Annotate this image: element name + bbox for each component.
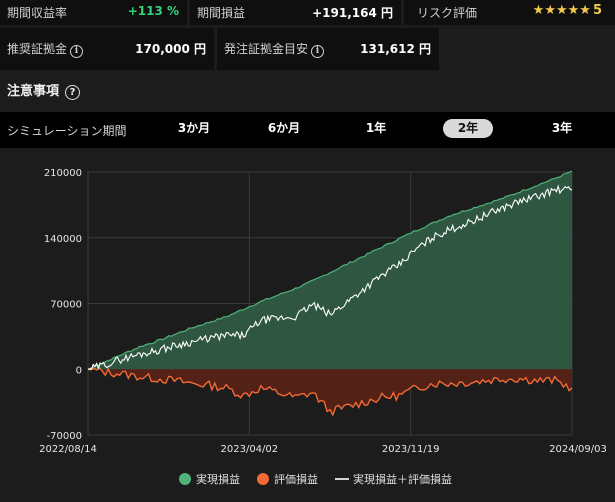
risk-score: 5 — [592, 3, 602, 18]
stat-period-pnl-label: 期間損益 — [197, 6, 246, 20]
info-icon[interactable]: i — [70, 45, 84, 58]
stat-order-margin: 発注証拠金目安 i 131,612 円 — [217, 28, 439, 70]
info-icon[interactable]: i — [311, 45, 325, 58]
period-option-3y[interactable]: 3年 — [544, 119, 580, 138]
y-tick-label: 0 — [76, 365, 82, 376]
x-tick-label: 2022/08/14 — [39, 444, 97, 455]
stat-period-pnl-value: +191,164 円 — [312, 6, 393, 20]
stat-recommended-margin: 推奨証拠金 i 170,000 円 — [0, 28, 214, 70]
period-label: シミュレーション期間 — [7, 124, 127, 138]
period-option-1y[interactable]: 1年 — [356, 119, 396, 138]
star-icons: ★★★★★ — [532, 3, 591, 18]
legend-realized-label: 実現損益 — [196, 472, 240, 486]
stat-recommended-margin-value: 170,000 円 — [135, 42, 206, 56]
period-option-6m[interactable]: 6か月 — [262, 119, 306, 138]
notes-heading: 注意事項? — [7, 80, 81, 100]
stat-recommended-margin-label-wrap: 推奨証拠金 i — [7, 40, 84, 58]
stat-recommended-margin-label: 推奨証拠金 — [7, 42, 68, 56]
legend-combined-label: 実現損益＋評価損益 — [353, 472, 452, 486]
notes-label: 注意事項 — [7, 84, 60, 99]
chart-area: 210000 140000 70000 0 -70000 2022/08/14 2023/… — [0, 148, 615, 498]
stat-order-margin-label: 発注証拠金目安 — [224, 42, 309, 56]
stat-return-rate-label: 期間収益率 — [7, 6, 68, 20]
stat-order-margin-label-wrap: 発注証拠金目安 i — [224, 40, 325, 58]
legend-unrealized-marker — [257, 473, 269, 485]
y-tick-label: -70000 — [47, 431, 82, 442]
stat-return-rate-value: +113 % — [127, 4, 179, 18]
period-option-3m[interactable]: 3か月 — [172, 119, 216, 138]
stat-risk: リスク評価 ★★★★★ 5 — [404, 0, 615, 25]
unrealized-area — [88, 367, 572, 415]
legend: 実現損益 評価損益 実現損益＋評価損益 — [179, 472, 452, 486]
x-tick-label: 2023/11/19 — [382, 444, 440, 455]
legend-realized-marker — [179, 473, 191, 485]
y-tick-label: 70000 — [50, 300, 82, 311]
y-axis-ticks: 210000 140000 70000 0 -70000 — [44, 168, 82, 442]
stat-risk-label: リスク評価 — [417, 6, 478, 20]
pnl-chart: 210000 140000 70000 0 -70000 2022/08/14 2023/… — [39, 168, 607, 486]
risk-rating: ★★★★★ 5 — [533, 3, 602, 18]
x-axis-ticks: 2022/08/14 2023/04/02 2023/11/19 2024/09/03 — [39, 444, 607, 455]
stat-order-margin-value: 131,612 円 — [360, 42, 431, 56]
y-tick-label: 140000 — [44, 234, 82, 245]
help-icon[interactable]: ? — [65, 85, 81, 100]
x-tick-label: 2023/04/02 — [221, 444, 279, 455]
period-option-2y[interactable]: 2年 — [443, 119, 493, 138]
legend-unrealized-label: 評価損益 — [274, 472, 318, 486]
x-tick-label: 2024/09/03 — [549, 444, 607, 455]
y-tick-label: 210000 — [44, 168, 82, 179]
stat-period-pnl: 期間損益 +191,164 円 — [190, 0, 401, 25]
stat-return-rate: 期間収益率 +113 % — [0, 0, 187, 25]
period-selector: シミュレーション期間 3か月 6か月 1年 2年 3年 — [0, 112, 615, 148]
